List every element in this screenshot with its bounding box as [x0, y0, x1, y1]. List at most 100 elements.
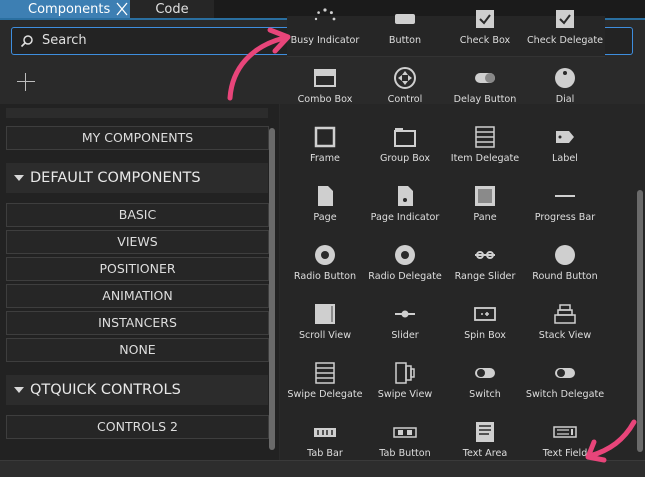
component-label: Progress Bar: [534, 212, 596, 223]
label-icon: [556, 131, 574, 143]
component-combo-box[interactable]: Combo Box: [285, 58, 365, 114]
switch-icon: [475, 368, 495, 378]
tab-bar-icon: [314, 428, 336, 437]
component-page[interactable]: Page: [285, 176, 365, 232]
component-label: Slider: [391, 330, 419, 341]
component-label: Item Delegate: [450, 153, 520, 164]
control-icon: [394, 67, 416, 89]
category-item[interactable]: INSTANCERS: [6, 311, 269, 335]
section-qtquick-controls[interactable]: QTQUICK CONTROLS: [6, 375, 268, 405]
component-label: Radio Button: [293, 271, 357, 282]
component-group-box[interactable]: Group Box: [365, 117, 445, 173]
stack-view-icon: [554, 304, 576, 324]
component-label: Page Indicator: [370, 212, 440, 223]
close-icon[interactable]: [115, 0, 129, 18]
component-label: Dial: [555, 94, 575, 105]
annotation-arrow-icon: [585, 419, 637, 463]
range-slider-icon: [475, 251, 495, 259]
component-control[interactable]: Control: [365, 58, 445, 114]
component-scroll-view[interactable]: Scroll View: [285, 294, 365, 350]
tab-code-label: Code: [155, 2, 189, 17]
component-label: Control: [387, 94, 423, 105]
button-icon: [395, 14, 415, 24]
section-title: DEFAULT COMPONENTS: [30, 170, 201, 186]
component-label: Group Box: [379, 153, 431, 164]
chevron-down-icon: [14, 387, 24, 393]
component-label: Delay Button: [453, 94, 517, 105]
component-check-delegate[interactable]: Check Delegate: [525, 0, 605, 55]
component-label: Page: [313, 212, 337, 223]
component-label: Frame: [310, 153, 340, 164]
component-button[interactable]: Button: [365, 0, 445, 55]
component-label: Tab Button: [379, 448, 431, 459]
component-frame[interactable]: Frame: [285, 117, 365, 173]
check-delegate-icon: [556, 10, 574, 28]
tab-code[interactable]: Code: [130, 0, 214, 19]
component-label: Check Box: [459, 35, 511, 46]
component-progress-bar[interactable]: Progress Bar: [525, 176, 605, 232]
component-check-box[interactable]: Check Box: [445, 0, 525, 55]
component-label: Spin Box: [464, 330, 506, 341]
annotation-arrow-icon: [227, 27, 291, 101]
category-panel: [0, 104, 279, 460]
component-spin-box[interactable]: Spin Box: [445, 294, 525, 350]
category-item[interactable]: CONTROLS 2: [6, 415, 269, 439]
radio-button-icon: [315, 245, 335, 265]
scroll-view-icon: [315, 304, 335, 324]
component-pane[interactable]: Pane: [445, 176, 525, 232]
text-area-icon: [476, 422, 494, 442]
category-item[interactable]: ANIMATION: [6, 284, 269, 308]
component-label: Switch: [469, 389, 501, 400]
component-label: Round Button: [532, 271, 598, 282]
pane-icon: [475, 186, 495, 206]
section-default-components[interactable]: DEFAULT COMPONENTS: [6, 163, 268, 193]
category-item[interactable]: BASIC: [6, 203, 269, 227]
round-button-icon: [555, 245, 575, 265]
progress-bar-icon: [555, 195, 575, 197]
check-box-icon: [476, 10, 494, 28]
category-item[interactable]: NONE: [6, 338, 269, 362]
component-label[interactable]: Label: [525, 117, 605, 173]
component-radio-button[interactable]: Radio Button: [285, 235, 365, 291]
spin-box-icon: [474, 307, 496, 321]
component-label: Tab Bar: [307, 448, 343, 459]
component-round-button[interactable]: Round Button: [525, 235, 605, 291]
component-label: Check Delegate: [526, 35, 604, 46]
section-title: QTQUICK CONTROLS: [30, 382, 181, 398]
component-range-slider[interactable]: Range Slider: [445, 235, 525, 291]
section-strip: [6, 108, 268, 118]
category-item[interactable]: VIEWS: [6, 230, 269, 254]
category-item[interactable]: POSITIONER: [6, 257, 269, 281]
switch-delegate-icon: [555, 368, 575, 378]
group-box-icon: [394, 128, 416, 147]
component-label: Switch Delegate: [525, 389, 605, 400]
tab-button-icon: [393, 427, 417, 438]
chevron-down-icon: [14, 175, 24, 181]
component-page-indicator[interactable]: Page Indicator: [365, 176, 445, 232]
component-radio-delegate[interactable]: Radio Delegate: [365, 235, 445, 291]
component-busy-indicator[interactable]: Busy Indicator: [285, 0, 365, 55]
status-bar: [0, 460, 645, 477]
component-swipe-view[interactable]: Swipe View: [365, 353, 445, 409]
tab-components[interactable]: Components: [0, 0, 130, 19]
component-switch[interactable]: Switch: [445, 353, 525, 409]
component-label: Radio Delegate: [368, 271, 442, 282]
component-label: Stack View: [538, 330, 592, 341]
component-label: Swipe Delegate: [287, 389, 363, 400]
left-scrollbar[interactable]: [269, 128, 275, 450]
search-icon: [20, 35, 33, 48]
add-icon[interactable]: [16, 72, 36, 92]
component-item-delegate[interactable]: Item Delegate: [445, 117, 525, 173]
frame-icon: [314, 126, 336, 148]
component-delay-button[interactable]: Delay Button: [445, 58, 525, 114]
component-swipe-delegate[interactable]: Swipe Delegate: [285, 353, 365, 409]
component-dial[interactable]: Dial: [525, 58, 605, 114]
component-slider[interactable]: Slider: [365, 294, 445, 350]
dial-icon: [555, 68, 575, 88]
category-my-components[interactable]: MY COMPONENTS: [6, 126, 269, 150]
component-label: Pane: [473, 212, 497, 223]
right-scrollbar[interactable]: [637, 190, 643, 452]
component-stack-view[interactable]: Stack View: [525, 294, 605, 350]
component-label: Label: [552, 153, 578, 164]
component-switch-delegate[interactable]: Switch Delegate: [525, 353, 605, 409]
